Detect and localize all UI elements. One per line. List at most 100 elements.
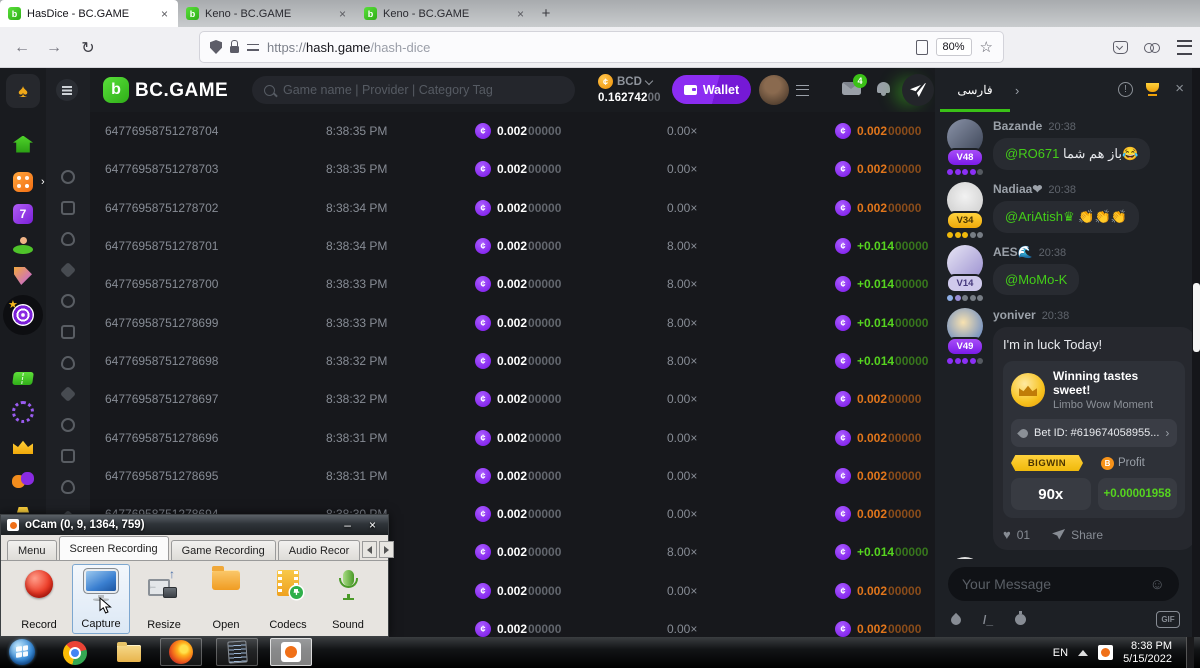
category-icon[interactable] xyxy=(61,480,75,494)
category-icon[interactable] xyxy=(61,449,75,463)
mention-link[interactable]: @MoMo-K xyxy=(1005,272,1067,287)
category-icon[interactable] xyxy=(60,386,76,402)
back-icon[interactable]: ← xyxy=(10,27,34,68)
ocam-resize-button[interactable]: ↑←Resize xyxy=(135,564,193,634)
taskbar-clock[interactable]: 8:38 PM 5/15/2022 xyxy=(1123,640,1176,666)
shield-icon[interactable] xyxy=(210,40,222,54)
ocam-titlebar[interactable]: oCam (0, 9, 1364, 759) – × xyxy=(1,515,388,535)
ocam-record-button[interactable]: Record xyxy=(10,564,68,634)
category-icon[interactable] xyxy=(61,294,75,308)
category-icon[interactable] xyxy=(61,356,75,370)
chat-toggle-button[interactable] xyxy=(902,74,934,106)
spade-logo-icon[interactable]: ♠ xyxy=(6,74,40,108)
pocket-icon[interactable] xyxy=(1108,27,1132,68)
heart-icon[interactable]: ♥ xyxy=(1003,527,1011,542)
bet-row[interactable]: 647769587512787018:38:34 PM¢0.002000008.… xyxy=(90,227,935,265)
bet-row[interactable]: 647769587512787038:38:35 PM¢0.002000000.… xyxy=(90,150,935,188)
taskbar-chrome-icon[interactable] xyxy=(62,640,88,666)
emoji-icon[interactable]: ☺ xyxy=(1150,576,1165,593)
chevron-right-icon[interactable]: › xyxy=(1015,83,1019,98)
tab-close-icon[interactable]: × xyxy=(159,7,170,21)
wallet-button[interactable]: Wallet xyxy=(672,75,751,104)
ocam-open-button[interactable]: Open xyxy=(197,564,255,634)
new-tab-button[interactable]: + xyxy=(534,0,558,27)
ocam-sound-button[interactable]: Sound xyxy=(319,564,377,634)
browser-tab[interactable]: bHasDice - BC.GAME× xyxy=(0,0,178,27)
zoom-level[interactable]: 80% xyxy=(936,38,972,56)
permissions-icon[interactable] xyxy=(247,43,259,52)
browser-tab[interactable]: bKeno - BC.GAME× xyxy=(356,0,534,27)
chat-rules-icon[interactable]: ! xyxy=(1118,82,1133,97)
close-icon[interactable]: × xyxy=(363,518,382,532)
gif-icon[interactable]: GIF xyxy=(1156,611,1180,628)
sidebar-item-crown[interactable] xyxy=(11,435,35,459)
reload-icon[interactable]: ↻ xyxy=(76,27,100,68)
bet-row[interactable]: 647769587512787048:38:35 PM¢0.002000000.… xyxy=(90,112,935,150)
sidebar-item-darts[interactable] xyxy=(11,303,35,327)
ocam-tab-screen-recording[interactable]: Screen Recording xyxy=(59,536,169,560)
category-icon[interactable] xyxy=(61,232,75,246)
sidebar-item-slots[interactable]: 7 xyxy=(11,202,35,226)
tab-scroll-right-icon[interactable] xyxy=(379,541,394,558)
minimize-icon[interactable]: – xyxy=(338,518,357,532)
ocam-tab-audio-recor[interactable]: Audio Recor xyxy=(278,540,361,560)
sidebar-item-relax[interactable] xyxy=(11,233,35,257)
chat-username[interactable]: Bazande xyxy=(993,119,1042,133)
start-button[interactable] xyxy=(9,639,35,665)
tray-expand-icon[interactable] xyxy=(1078,650,1088,656)
bet-id-link[interactable]: Bet ID: #619674058955...› xyxy=(1011,419,1177,447)
chat-username[interactable]: Nadiaa❤ xyxy=(993,182,1042,196)
language-indicator[interactable]: EN xyxy=(1053,647,1068,659)
extensions-icon[interactable] xyxy=(1140,27,1164,68)
scrollbar-track[interactable] xyxy=(1192,68,1200,637)
mention-link[interactable]: @RO671 xyxy=(1005,146,1059,161)
category-icon[interactable] xyxy=(61,170,75,184)
lock-icon[interactable] xyxy=(230,46,239,53)
ocam-tray-icon[interactable] xyxy=(1098,645,1113,660)
taskbar-notepad-button[interactable] xyxy=(216,638,258,666)
category-icon[interactable] xyxy=(61,201,75,215)
category-icon[interactable] xyxy=(61,325,75,339)
chat-message-input[interactable]: Your Message ☺ xyxy=(948,567,1179,601)
show-desktop-button[interactable] xyxy=(1186,637,1194,668)
bcgame-logo-icon[interactable]: b xyxy=(103,77,129,103)
bet-row[interactable]: 647769587512786978:38:32 PM¢0.002000000.… xyxy=(90,380,935,418)
tab-close-icon[interactable]: × xyxy=(515,7,526,21)
chat-language-tab[interactable]: فارسی xyxy=(940,68,1010,112)
share-label[interactable]: Share xyxy=(1071,528,1103,542)
messages-button[interactable]: 4 xyxy=(842,82,861,95)
profile-menu-icon[interactable] xyxy=(796,85,809,96)
brand-title[interactable]: BC.GAME xyxy=(135,80,228,102)
search-input[interactable]: Game name | Provider | Category Tag xyxy=(252,76,575,104)
rain-icon[interactable] xyxy=(949,612,963,626)
taskbar-firefox-button[interactable] xyxy=(160,638,202,666)
scrollbar-thumb[interactable] xyxy=(1193,283,1200,352)
bet-row[interactable]: 647769587512786958:38:31 PM¢0.002000000.… xyxy=(90,457,935,495)
url-bar[interactable]: https://hash.game/hash-dice 80% ☆ xyxy=(200,32,1003,62)
mention-link[interactable]: @AriAtish♛ xyxy=(1005,209,1075,224)
user-avatar[interactable] xyxy=(759,75,789,105)
sidebar-item-home[interactable] xyxy=(11,132,35,156)
sidebar-item-dice[interactable]: › xyxy=(11,170,35,194)
bet-row[interactable]: 647769587512787028:38:34 PM¢0.002000000.… xyxy=(90,189,935,227)
taskbar-explorer-icon[interactable] xyxy=(116,640,142,666)
browser-tab[interactable]: bKeno - BC.GAME× xyxy=(178,0,356,27)
sidebar-item-ticket[interactable] xyxy=(11,366,35,390)
category-icon[interactable] xyxy=(60,262,76,278)
taskbar-ocam-button[interactable] xyxy=(270,638,312,666)
trophy-icon[interactable] xyxy=(1146,83,1159,92)
tab-close-icon[interactable]: × xyxy=(337,7,348,21)
share-icon[interactable] xyxy=(1052,529,1065,540)
currency-selector[interactable]: ¢ BCD 0.16274200 xyxy=(598,74,668,104)
sidebar-toggle-icon[interactable] xyxy=(56,79,78,101)
sidebar-item-ring[interactable] xyxy=(11,400,35,424)
bookmark-star-icon[interactable]: ☆ xyxy=(980,38,993,56)
ocam-tab-menu[interactable]: Menu xyxy=(7,540,57,560)
reader-mode-icon[interactable] xyxy=(916,40,928,55)
coin-flip-icon[interactable] xyxy=(1015,614,1026,625)
tab-scroll-left-icon[interactable] xyxy=(362,541,377,558)
chat-close-icon[interactable]: × xyxy=(1175,80,1184,97)
bet-row[interactable]: 647769587512786998:38:33 PM¢0.002000008.… xyxy=(90,303,935,341)
ocam-codecs-button[interactable]: +Codecs xyxy=(259,564,317,634)
bet-row[interactable]: 647769587512787008:38:33 PM¢0.002000008.… xyxy=(90,265,935,303)
